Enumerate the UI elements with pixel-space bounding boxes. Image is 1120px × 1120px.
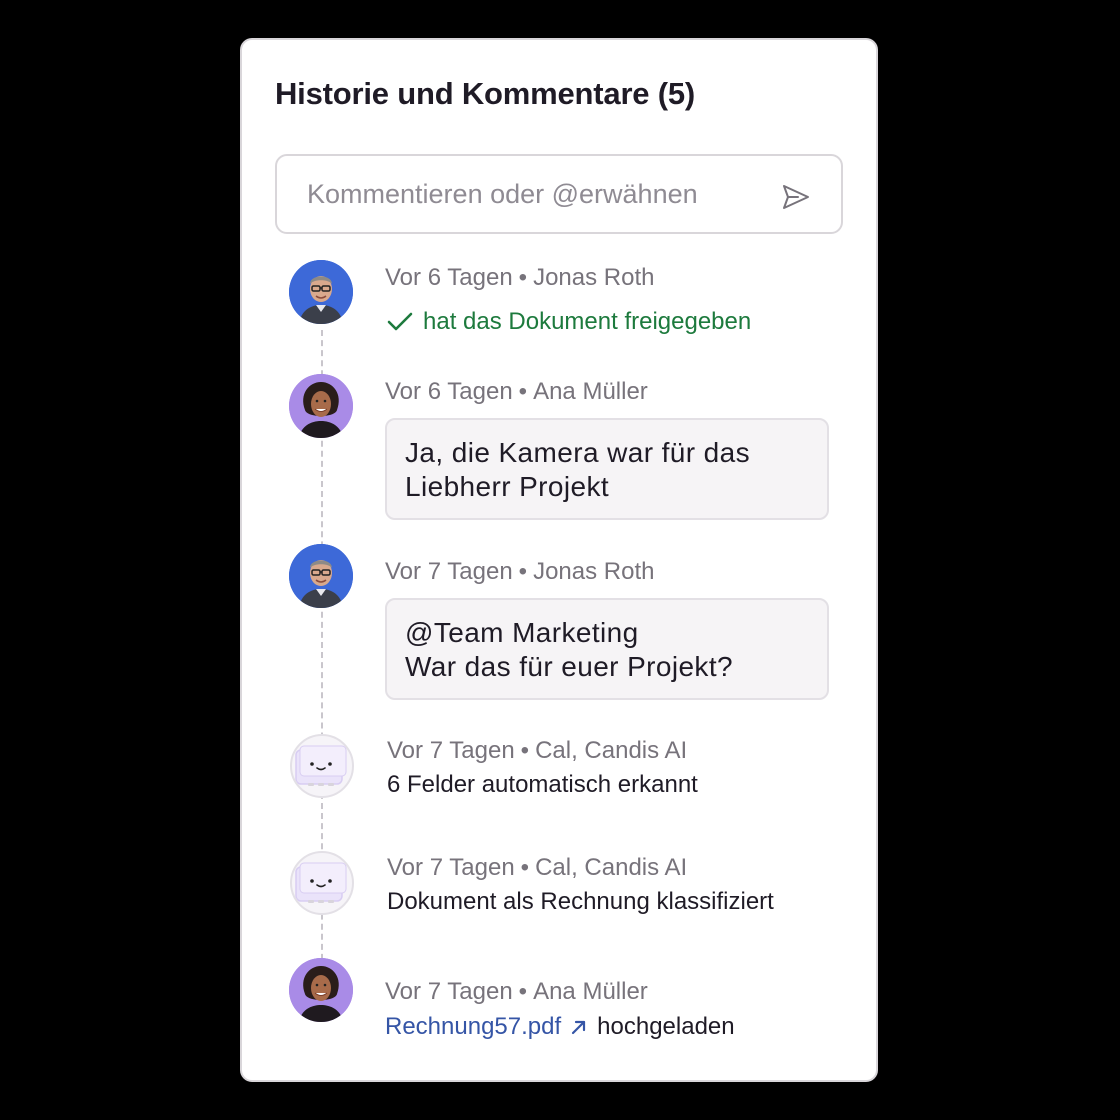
bullet-separator: • — [520, 737, 530, 764]
bullet-separator: • — [518, 378, 528, 405]
panel-title: Historie und Kommentare (5) — [275, 76, 696, 111]
entry-author: Ana Müller — [533, 978, 648, 1005]
person-icon — [289, 958, 353, 1022]
entry-author: Jonas Roth — [533, 558, 655, 585]
comment-bubble: Ja, die Kamera war für das Liebherr Proj… — [385, 418, 829, 520]
upload-suffix: hochgeladen — [597, 1013, 735, 1040]
external-link-icon[interactable] — [569, 1017, 589, 1037]
entry-meta: Vor 6 Tagen • Ana Müller — [385, 378, 648, 406]
send-icon — [783, 185, 809, 209]
entry-time: Vor 6 Tagen — [385, 264, 513, 291]
comment-line: @Team Marketing — [405, 617, 639, 648]
upload-line: Rechnung57.pdf hochgeladen — [385, 1013, 735, 1041]
entry-author: Jonas Roth — [533, 264, 655, 291]
person-icon — [289, 260, 353, 324]
robot-face-icon — [295, 862, 347, 903]
bullet-separator: • — [520, 854, 530, 881]
file-link[interactable]: Rechnung57.pdf — [385, 1013, 561, 1041]
send-button[interactable] — [781, 182, 811, 212]
check-icon — [387, 312, 413, 331]
comment-line: Liebherr Projekt — [405, 471, 610, 502]
entry-meta: Vor 6 Tagen • Jonas Roth — [385, 264, 654, 292]
bot-avatar — [290, 734, 354, 798]
entry-time: Vor 7 Tagen — [387, 854, 515, 881]
robot-face-icon — [295, 745, 347, 786]
history-panel: Historie und Kommentare (5) Vor 6 Tagen•… — [240, 38, 878, 1082]
entry-author: Cal, Candis AI — [535, 854, 688, 881]
entry-time: Vor 7 Tagen — [387, 737, 515, 764]
avatar-jonas — [289, 544, 353, 608]
bullet-separator: • — [518, 558, 528, 585]
person-icon — [289, 374, 353, 438]
approval-text: hat das Dokument freigegeben — [423, 308, 752, 335]
entry-text: Dokument als Rechnung klassifiziert — [387, 888, 774, 915]
entry-meta: Vor 7 Tagen • Cal, Candis AI — [387, 737, 687, 765]
entry-text: 6 Felder automatisch erkannt — [387, 771, 698, 798]
comment-box[interactable] — [275, 154, 843, 234]
bullet-separator: • — [518, 264, 528, 291]
comment-bubble: @Team Marketing War das für euer Projekt… — [385, 598, 829, 700]
person-icon — [289, 544, 353, 608]
bot-avatar — [290, 851, 354, 915]
entry-meta: Vor 7 Tagen • Jonas Roth — [385, 558, 654, 586]
avatar-ana — [289, 374, 353, 438]
entry-author: Ana Müller — [533, 378, 648, 405]
comment-line: Ja, die Kamera war für das — [405, 437, 750, 468]
entry-time: Vor 7 Tagen — [385, 978, 513, 1005]
entry-meta: Vor 7 Tagen • Cal, Candis AI — [387, 854, 687, 882]
entry-author: Cal, Candis AI — [535, 737, 688, 764]
entry-time: Vor 7 Tagen — [385, 558, 513, 585]
approval-status: hat das Dokument freigegeben — [387, 308, 751, 336]
comment-input[interactable] — [307, 174, 767, 214]
comment-line: War das für euer Projekt? — [405, 651, 733, 682]
bullet-separator: • — [518, 978, 528, 1005]
avatar-jonas — [289, 260, 353, 324]
avatar-ana — [289, 958, 353, 1022]
entry-time: Vor 6 Tagen — [385, 378, 513, 405]
entry-meta: Vor 7 Tagen • Ana Müller — [385, 978, 648, 1006]
